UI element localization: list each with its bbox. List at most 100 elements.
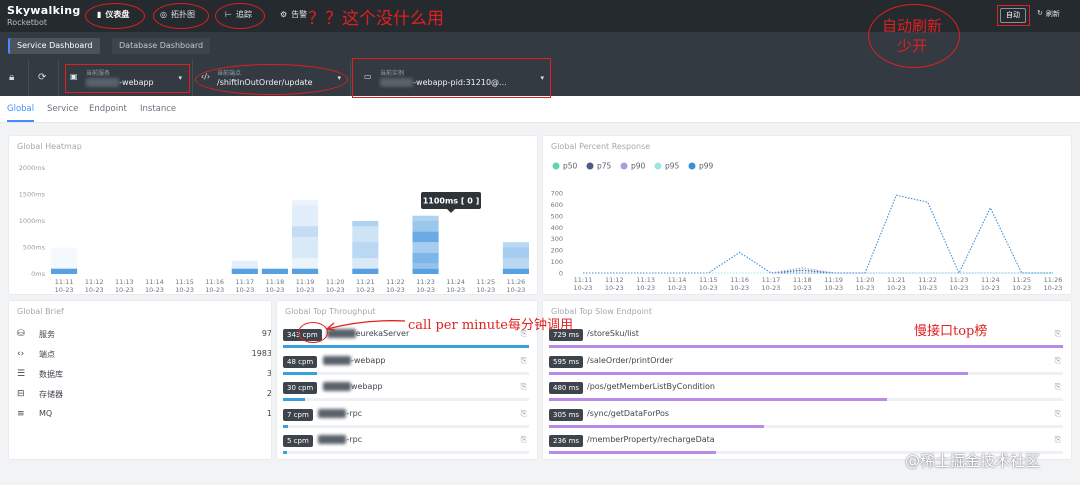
brief-title: Global Brief xyxy=(17,307,64,316)
x-tick-label: 11:22 10-23 xyxy=(918,276,937,292)
y-tick-label: 500 xyxy=(551,212,563,220)
legend-item[interactable]: p90 xyxy=(620,162,646,171)
legend-item[interactable]: p99 xyxy=(688,162,714,171)
refresh-label: 刷新 xyxy=(1045,10,1060,18)
heatmap-cell[interactable] xyxy=(412,252,439,264)
throughput-row[interactable]: 5 cpm xxxxxx-rpc ⎘ xyxy=(283,433,529,459)
percent-response-chart[interactable]: p50 p75 p90 p95 p99 700 600 500 400 300 200 100 0 11:… xyxy=(543,136,1072,295)
heatmap-cell[interactable] xyxy=(412,263,439,269)
throughput-row[interactable]: 7 cpm xxxxxx-rpc ⎘ xyxy=(283,407,529,433)
annotation-arrow xyxy=(326,320,406,331)
heatmap-cell[interactable] xyxy=(231,268,258,274)
throughput-bar-track xyxy=(283,371,529,375)
slow-endpoint-row[interactable]: 595 ms/saleOrder/printOrder ⎘ xyxy=(549,354,1063,380)
service-name: xxxxxxwebapp xyxy=(322,382,383,391)
heatmap-cell[interactable] xyxy=(412,231,439,243)
annotation-circle xyxy=(195,64,348,95)
x-tick-label: 11:14 10-23 xyxy=(668,276,687,292)
endpoint-name: /storeSku/list xyxy=(587,329,639,338)
heatmap-cell[interactable] xyxy=(352,268,379,274)
heatmap-cell[interactable] xyxy=(51,247,78,269)
app-logo[interactable]: Skywalking Rocketbot xyxy=(7,4,81,27)
latency-badge: 305 ms xyxy=(549,408,584,421)
heatmap-cell[interactable] xyxy=(292,258,319,269)
slow-endpoint-row[interactable]: 480 ms/pos/getMemberListByCondition ⎘ xyxy=(549,380,1063,406)
throughput-bar xyxy=(283,451,287,454)
copy-icon[interactable]: ⎘ xyxy=(1055,329,1061,339)
copy-icon[interactable]: ⎘ xyxy=(1055,382,1061,392)
heatmap-cell[interactable] xyxy=(502,247,529,259)
reload-icon[interactable]: ⟳ xyxy=(38,72,46,83)
slow-bar-track xyxy=(549,424,1063,428)
brief-item: ⛁ 服务 97 xyxy=(17,327,271,345)
x-tick-label: 11:25 10-23 xyxy=(1012,276,1031,292)
heatmap-cell[interactable] xyxy=(412,221,439,232)
heatmap-cell[interactable] xyxy=(352,226,379,243)
heatmap-cell[interactable] xyxy=(412,268,439,274)
cpm-badge: 30 cpm xyxy=(283,382,318,394)
stack-icon: ☰ xyxy=(17,369,26,379)
heatmap-cell[interactable] xyxy=(412,242,439,253)
heatmap-cell[interactable] xyxy=(412,215,439,221)
x-tick-label: 11:17 10-23 xyxy=(762,276,781,292)
nav-alarm-label: 告警 xyxy=(291,10,308,19)
series-line-p99[interactable] xyxy=(583,194,1053,275)
redacted-text: xxxxxx xyxy=(322,382,351,391)
cpm-badge: 5 cpm xyxy=(283,435,313,447)
legend-item[interactable]: p75 xyxy=(586,162,612,171)
y-tick-label: 1500ms xyxy=(19,191,46,199)
x-tick-label: 11:19 10-23 xyxy=(296,278,315,294)
lock-icon[interactable]: 🔒︎ xyxy=(9,72,14,83)
legend-label: p90 xyxy=(631,162,646,171)
heatmap-cell[interactable] xyxy=(261,268,288,274)
heatmap-cell[interactable] xyxy=(502,258,529,269)
copy-icon[interactable]: ⎘ xyxy=(521,382,527,392)
slow-bar xyxy=(549,345,1063,348)
slow-endpoint-row[interactable]: 305 ms/sync/getDataForPos ⎘ xyxy=(549,407,1063,433)
x-tick-label: 11:21 10-23 xyxy=(356,278,375,294)
x-tick-label: 11:13 10-23 xyxy=(115,278,134,294)
endpoint-name: /memberProperty/rechargeData xyxy=(587,435,715,444)
nav-alarm[interactable]: ⚙ 告警 xyxy=(280,9,307,20)
tab-global[interactable]: Global xyxy=(7,104,35,122)
copy-icon[interactable]: ⎘ xyxy=(521,356,527,366)
heatmap-chart[interactable]: 2000ms 1500ms 1000ms 500ms 0ms 11:11 10-23 11:1… xyxy=(9,136,538,295)
tab-database-dashboard[interactable]: Database Dashboard xyxy=(112,38,211,54)
heatmap-cell[interactable] xyxy=(51,268,78,274)
annotation-auto-refresh-note: 自动刷新 少开 xyxy=(882,17,943,55)
heatmap-cell[interactable] xyxy=(292,205,319,227)
annotation-circle xyxy=(215,3,265,29)
heatmap-cell[interactable] xyxy=(352,221,379,227)
tab-service-dashboard[interactable]: Service Dashboard xyxy=(8,38,100,54)
refresh-button[interactable]: ↻ 刷新 xyxy=(1037,9,1060,19)
legend-item[interactable]: p95 xyxy=(654,162,680,171)
heatmap-cell[interactable] xyxy=(502,242,529,248)
copy-icon[interactable]: ⎘ xyxy=(1055,435,1061,445)
heatmap-cell[interactable] xyxy=(292,226,319,237)
heatmap-cell[interactable] xyxy=(292,268,319,274)
legend-item[interactable]: p50 xyxy=(552,162,578,171)
alarm-icon: ⚙ xyxy=(280,10,288,19)
copy-icon[interactable]: ⎘ xyxy=(1055,356,1061,366)
brief-item: ⊟ 存储器 2 xyxy=(17,387,271,405)
heatmap-cell[interactable] xyxy=(352,258,379,269)
tab-instance[interactable]: Instance xyxy=(140,104,176,114)
x-tick-label: 11:24 10-23 xyxy=(981,276,1000,292)
tab-endpoint[interactable]: Endpoint xyxy=(89,104,127,114)
heatmap-cell[interactable] xyxy=(292,236,319,259)
heatmap-cell[interactable] xyxy=(352,242,379,259)
throughput-row[interactable]: 30 cpm xxxxxxwebapp ⎘ xyxy=(283,380,529,406)
copy-icon[interactable]: ⎘ xyxy=(1055,409,1061,419)
y-tick-label: 0ms xyxy=(31,270,45,278)
heatmap-cell[interactable] xyxy=(502,268,529,274)
annotation-circle xyxy=(85,3,145,29)
heatmap-cell[interactable] xyxy=(231,260,258,269)
x-tick-label: 11:12 10-23 xyxy=(605,276,624,292)
copy-icon[interactable]: ⎘ xyxy=(521,435,527,445)
heatmap-cell[interactable] xyxy=(292,199,319,206)
copy-icon[interactable]: ⎘ xyxy=(521,409,527,419)
throughput-row[interactable]: 48 cpm xxxxxx-webapp ⎘ xyxy=(283,354,529,380)
legend-swatch xyxy=(688,162,696,170)
tab-service[interactable]: Service xyxy=(47,104,78,114)
y-tick-label: 200 xyxy=(551,247,563,255)
